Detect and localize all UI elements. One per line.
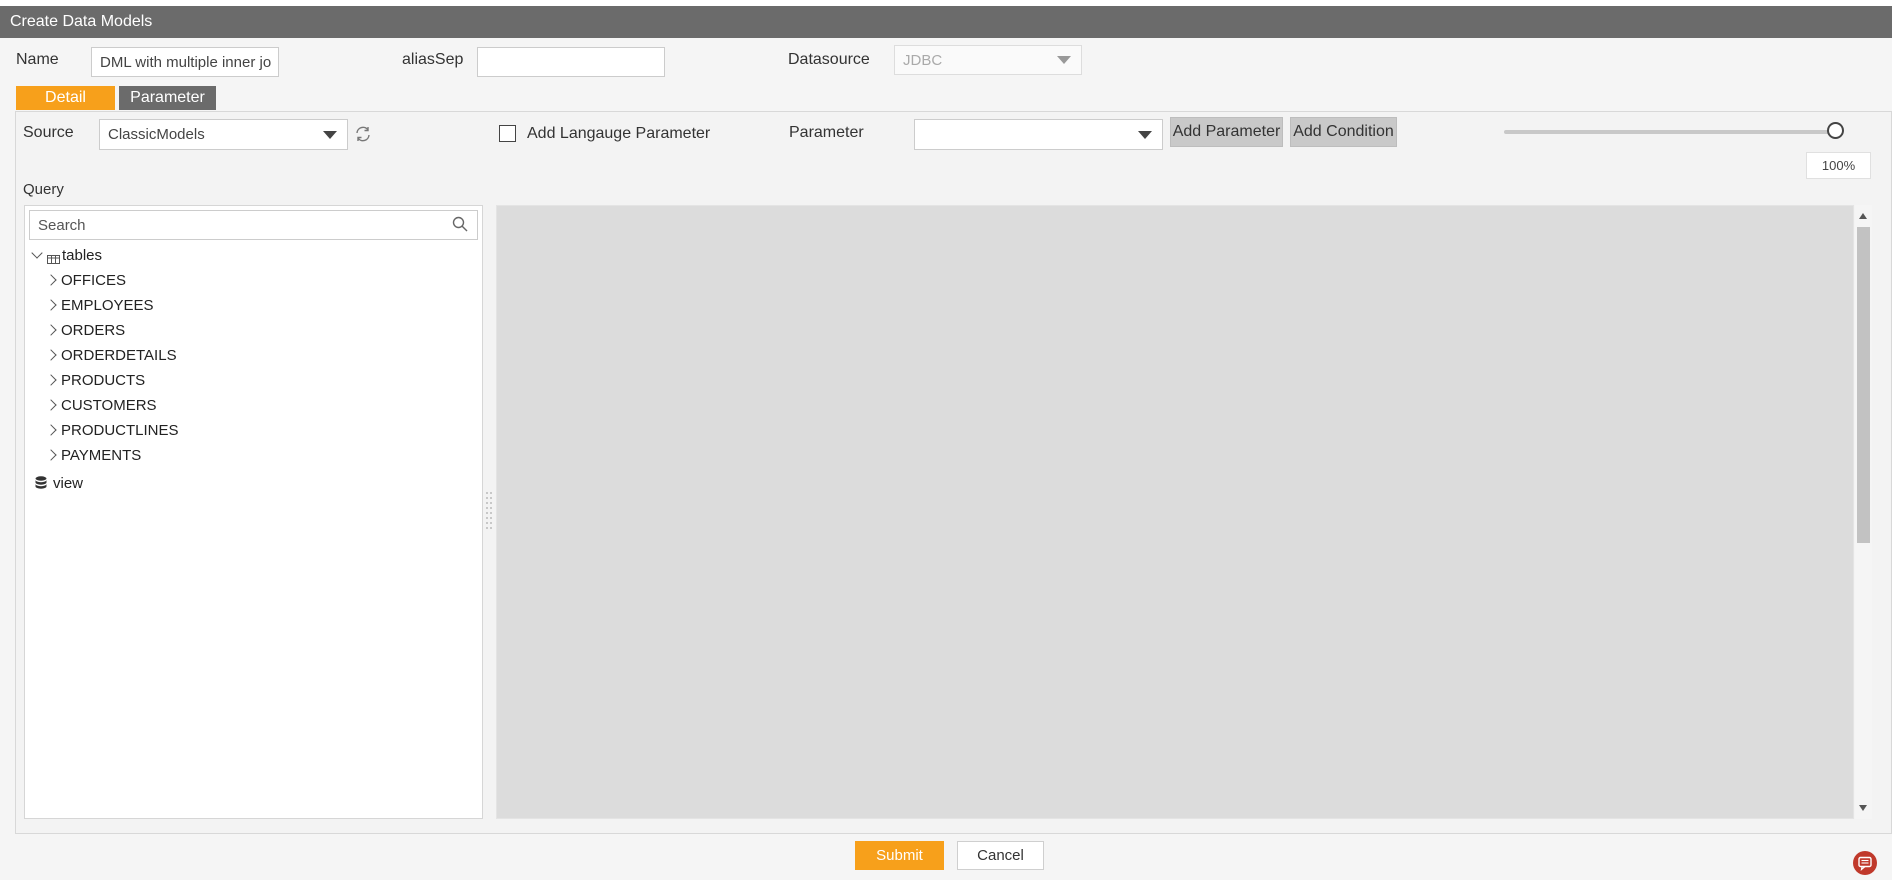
database-icon [35, 475, 47, 491]
chevron-down-icon[interactable] [31, 247, 43, 259]
source-select[interactable]: ClassicModels [99, 119, 348, 150]
tree-node-table[interactable]: PRODUCTS [45, 369, 146, 391]
add-parameter-button[interactable]: Add Parameter [1170, 117, 1283, 147]
table-name: PAYMENTS [61, 446, 142, 464]
tree-node-table[interactable]: PAYMENTS [45, 444, 142, 466]
parameter-label: Parameter [789, 124, 864, 141]
tree-node-table[interactable]: OFFICES [45, 269, 127, 291]
table-name: EMPLOYEES [61, 296, 154, 314]
chevron-right-icon[interactable] [45, 349, 57, 361]
table-name: ORDERDETAILS [61, 346, 177, 364]
tree-node-tables[interactable]: tables [31, 244, 102, 266]
tab-detail[interactable]: Detail [16, 86, 115, 110]
query-editor[interactable] [496, 205, 1854, 819]
chevron-right-icon[interactable] [45, 299, 57, 311]
table-name: CUSTOMERS [61, 396, 157, 414]
search-icon[interactable] [452, 216, 468, 232]
zoom-slider-track [1504, 130, 1838, 134]
chevron-right-icon[interactable] [45, 274, 57, 286]
chevron-right-icon[interactable] [45, 324, 57, 336]
tree-node-table[interactable]: ORDERS [45, 319, 126, 341]
cancel-button[interactable]: Cancel [957, 841, 1044, 870]
scroll-up-arrow-icon[interactable] [1859, 213, 1867, 219]
alias-label: aliasSep [402, 51, 464, 68]
search-input[interactable]: Search [29, 210, 478, 240]
query-label: Query [23, 181, 64, 198]
scrollbar-thumb[interactable] [1857, 227, 1870, 543]
source-label: Source [23, 124, 74, 141]
zoom-value-box: 100% [1806, 152, 1871, 179]
title-bar: Create Data Models [0, 6, 1892, 38]
window-title: Create Data Models [10, 13, 153, 30]
tree-node-view[interactable]: view [35, 472, 83, 494]
zoom-slider[interactable] [1504, 121, 1844, 143]
language-parameter-checkbox[interactable] [499, 125, 516, 142]
submit-button[interactable]: Submit [855, 841, 944, 870]
tab-parameter[interactable]: Parameter [119, 86, 216, 110]
chevron-right-icon[interactable] [45, 449, 57, 461]
tree-node-table[interactable]: EMPLOYEES [45, 294, 154, 316]
datasource-select[interactable]: JDBC [894, 45, 1082, 75]
add-condition-button[interactable]: Add Condition [1290, 117, 1397, 147]
table-name: OFFICES [61, 271, 127, 289]
table-name: ORDERS [61, 321, 126, 339]
chevron-down-icon [323, 130, 337, 139]
chevron-right-icon[interactable] [45, 374, 57, 386]
name-label: Name [16, 51, 59, 68]
scroll-down-arrow-icon[interactable] [1859, 805, 1867, 811]
tree-node-table[interactable]: CUSTOMERS [45, 394, 157, 416]
chevron-right-icon[interactable] [45, 399, 57, 411]
feedback-chat-icon[interactable] [1853, 851, 1877, 875]
refresh-icon[interactable] [354, 125, 372, 143]
chevron-down-icon [1057, 56, 1071, 64]
tree-node-table[interactable]: ORDERDETAILS [45, 344, 177, 366]
tree-node-table[interactable]: PRODUCTLINES [45, 419, 179, 441]
language-parameter-label: Add Langauge Parameter [527, 125, 711, 142]
zoom-slider-handle[interactable] [1826, 122, 1844, 139]
datasource-label: Datasource [788, 51, 870, 68]
tree: tables OFFICES EMPLOYEES ORDERS ORDERDETAIL… [31, 244, 473, 504]
table-name: PRODUCTLINES [61, 421, 179, 439]
chevron-down-icon [1138, 130, 1152, 139]
editor-scrollbar[interactable] [1855, 205, 1872, 819]
table-name: PRODUCTS [61, 371, 146, 389]
table-grid-icon [47, 251, 60, 264]
chevron-right-icon[interactable] [45, 424, 57, 436]
splitter-handle[interactable] [485, 490, 493, 534]
name-input[interactable]: DML with multiple inner jo [91, 47, 279, 77]
parameter-select[interactable] [914, 119, 1163, 150]
alias-input[interactable] [477, 47, 665, 77]
